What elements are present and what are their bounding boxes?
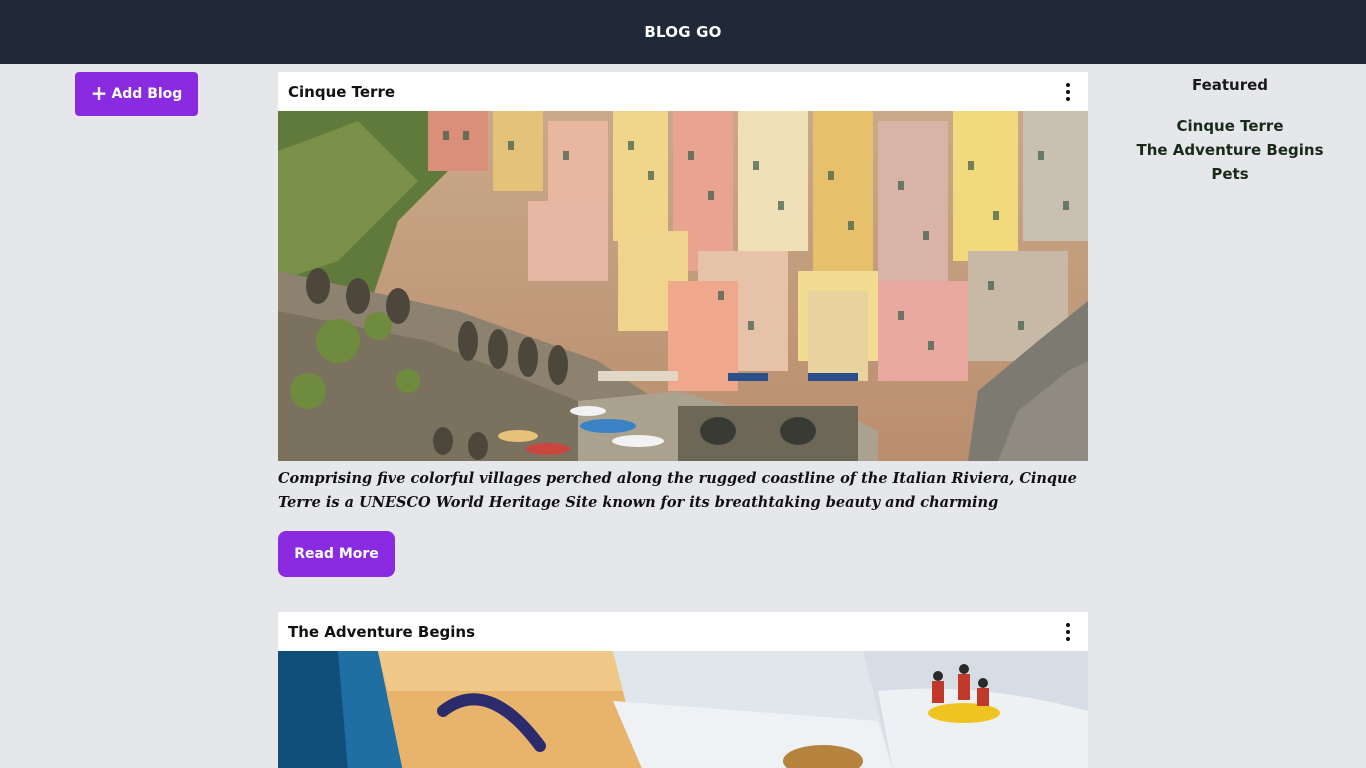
featured-sidebar: Featured Cinque Terre The Adventure Begi… (1130, 74, 1330, 186)
featured-item[interactable]: The Adventure Begins (1130, 138, 1330, 162)
post-image-cinque-terre (278, 111, 1088, 461)
card-header: The Adventure Begins (278, 612, 1088, 651)
post-image-adventure (278, 651, 1088, 768)
card-title: Cinque Terre (288, 82, 396, 101)
card-title: The Adventure Begins (288, 622, 476, 641)
blog-card: The Adventure Begins (278, 612, 1088, 768)
featured-item[interactable]: Cinque Terre (1130, 114, 1330, 138)
more-options-icon[interactable] (1062, 621, 1074, 643)
featured-item[interactable]: Pets (1130, 162, 1330, 186)
blog-feed: Cinque Terre Comprising five colorful vi… (278, 72, 1088, 577)
plus-icon: + (90, 81, 108, 105)
card-header: Cinque Terre (278, 72, 1088, 111)
post-excerpt: Comprising five colorful villages perche… (278, 470, 1077, 511)
featured-list: Cinque Terre The Adventure Begins Pets (1130, 114, 1330, 186)
more-options-icon[interactable] (1062, 81, 1074, 103)
featured-heading: Featured (1191, 76, 1269, 94)
read-more-button[interactable]: Read More (278, 531, 395, 577)
blog-card: Cinque Terre Comprising five colorful vi… (278, 72, 1088, 577)
add-blog-button[interactable]: + Add Blog (75, 72, 198, 116)
add-blog-label: Add Blog (111, 86, 183, 102)
brand-title[interactable]: BLOG GO (644, 23, 721, 41)
top-navbar: BLOG GO (0, 0, 1366, 64)
